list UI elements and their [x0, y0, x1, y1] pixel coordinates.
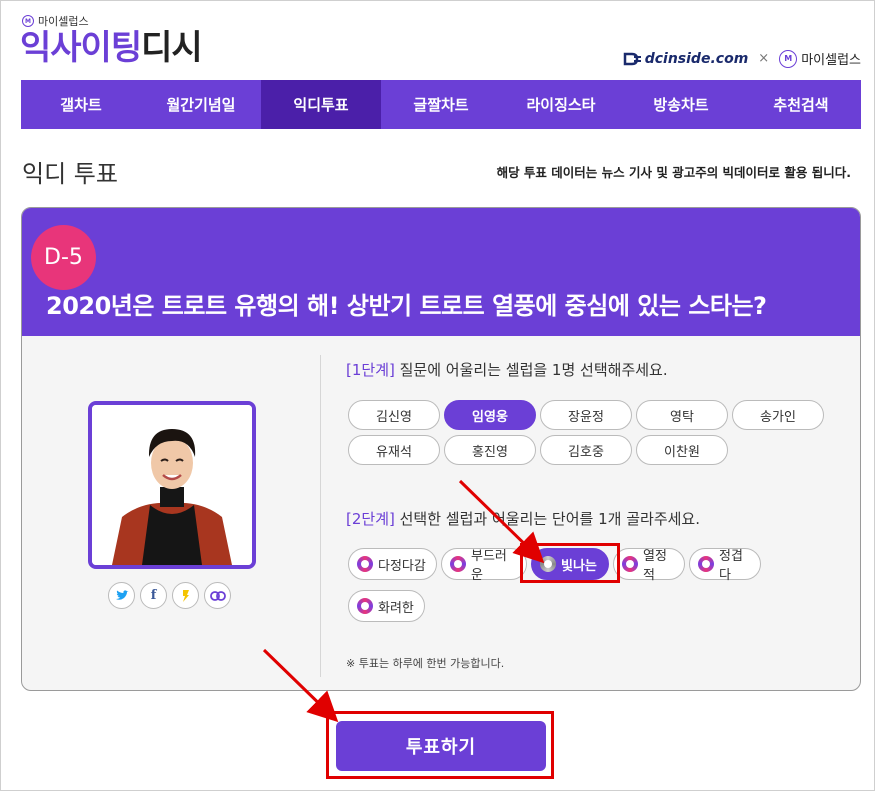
flower-icon — [622, 556, 638, 572]
nav-item-monthly[interactable]: 월간기념일 — [141, 80, 261, 129]
vote-button[interactable]: 투표하기 — [336, 721, 546, 771]
kakaostory-share-icon[interactable] — [172, 582, 199, 609]
flower-icon — [357, 556, 373, 572]
mycelebs-icon: M — [22, 15, 34, 27]
mycelebs-logo[interactable]: M 마이셀럽스 — [779, 49, 861, 68]
celeb-option[interactable]: 김호중 — [540, 435, 632, 465]
flower-icon — [357, 598, 373, 614]
dday-badge: D-5 — [31, 225, 96, 290]
celeb-option[interactable]: 홍진영 — [444, 435, 536, 465]
person-image-icon — [92, 405, 252, 565]
nav-item-search[interactable]: 추천검색 — [741, 80, 861, 129]
brand-small-logo[interactable]: M 마이셀럽스 — [22, 13, 89, 29]
word-option[interactable]: 부드러운 — [441, 548, 527, 583]
section-divider — [320, 355, 321, 677]
word-option[interactable]: 정겹다 — [689, 548, 761, 583]
poll-question: 2020년은 트로트 유행의 해! 상반기 트로트 열풍에 중심에 있는 스타는… — [46, 292, 767, 320]
poll-card: D-5 2020년은 트로트 유행의 해! 상반기 트로트 열풍에 중심에 있는… — [21, 207, 861, 691]
times-symbol: × — [758, 51, 770, 66]
flower-icon — [540, 556, 556, 572]
share-buttons: f — [108, 582, 231, 609]
word-label: 화려한 — [378, 600, 414, 616]
flower-icon — [450, 556, 466, 572]
data-usage-note: 해당 투표 데이터는 뉴스 기사 및 광고주의 빅데이터로 활용 됩니다. — [496, 165, 851, 180]
word-option-selected[interactable]: 빛나는 — [531, 548, 609, 580]
logo-text-part1: 익사이팅 — [20, 28, 142, 68]
celeb-option[interactable]: 장윤정 — [540, 400, 632, 430]
brand-small-label: 마이셀럽스 — [38, 15, 89, 28]
dcinside-logo[interactable]: dcinside.com — [623, 50, 749, 67]
step1-tag: [1단계] — [346, 361, 395, 379]
flower-icon — [698, 556, 714, 572]
step1-text: 질문에 어울리는 셀럽을 1명 선택해주세요. — [394, 361, 668, 379]
celeb-option[interactable]: 유재석 — [348, 435, 440, 465]
link-copy-icon[interactable] — [204, 582, 231, 609]
word-option[interactable]: 열정적 — [613, 548, 685, 583]
word-label: 빛나는 — [561, 558, 597, 574]
step2-text: 선택한 셀럽과 어울리는 단어를 1개 골라주세요. — [394, 510, 700, 528]
mycelebs-label: 마이셀럽스 — [801, 53, 861, 68]
facebook-share-icon[interactable]: f — [140, 582, 167, 609]
site-logo[interactable]: 익사이팅디시 — [20, 28, 203, 68]
mycelebs-icon: M — [779, 49, 798, 68]
poll-header: D-5 2020년은 트로트 유행의 해! 상반기 트로트 열풍에 중심에 있는… — [22, 208, 860, 336]
celeb-option[interactable]: 송가인 — [732, 400, 824, 430]
word-label: 다정다감 — [378, 558, 426, 574]
step2-tag: [2단계] — [346, 510, 395, 528]
word-option[interactable]: 다정다감 — [348, 548, 437, 580]
nav-item-broadcast[interactable]: 방송차트 — [621, 80, 741, 129]
word-option[interactable]: 화려한 — [348, 590, 425, 622]
twitter-share-icon[interactable] — [108, 582, 135, 609]
word-label: 정겹다 — [719, 549, 743, 583]
dcinside-icon — [623, 52, 641, 65]
partner-logos: dcinside.com × M 마이셀럽스 — [623, 49, 861, 68]
nav-item-vote[interactable]: 익디투표 — [261, 80, 381, 129]
word-label: 부드러운 — [471, 549, 507, 583]
celeb-option[interactable]: 김신영 — [348, 400, 440, 430]
celeb-options: 김신영 임영웅 장윤정 영탁 송가인 유재석 홍진영 김호중 이찬원 — [348, 400, 828, 465]
step2-instruction: [2단계] 선택한 셀럽과 어울리는 단어를 1개 골라주세요. — [346, 508, 700, 529]
word-label: 열정적 — [643, 549, 667, 583]
celeb-option[interactable]: 이찬원 — [636, 435, 728, 465]
nav-item-gallchart[interactable]: 갤차트 — [21, 80, 141, 129]
word-options: 다정다감 부드러운 빛나는 열정적 정겹다 화려한 — [348, 548, 838, 622]
logo-text-part2: 디시 — [141, 28, 203, 68]
vote-limit-note: ※ 투표는 하루에 한번 가능합니다. — [346, 657, 505, 670]
nav-item-risingstar[interactable]: 라이징스타 — [501, 80, 621, 129]
celeb-option[interactable]: 영탁 — [636, 400, 728, 430]
celeb-option-selected[interactable]: 임영웅 — [444, 400, 536, 430]
main-nav: 갤차트 월간기념일 익디투표 글짤차트 라이징스타 방송차트 추천검색 — [21, 80, 861, 129]
page-title: 익디 투표 — [22, 160, 118, 188]
celeb-photo — [88, 401, 256, 569]
step1-instruction: [1단계] 질문에 어울리는 셀럽을 1명 선택해주세요. — [346, 359, 668, 380]
dcinside-label: dcinside.com — [644, 50, 749, 67]
nav-item-textchart[interactable]: 글짤차트 — [381, 80, 501, 129]
